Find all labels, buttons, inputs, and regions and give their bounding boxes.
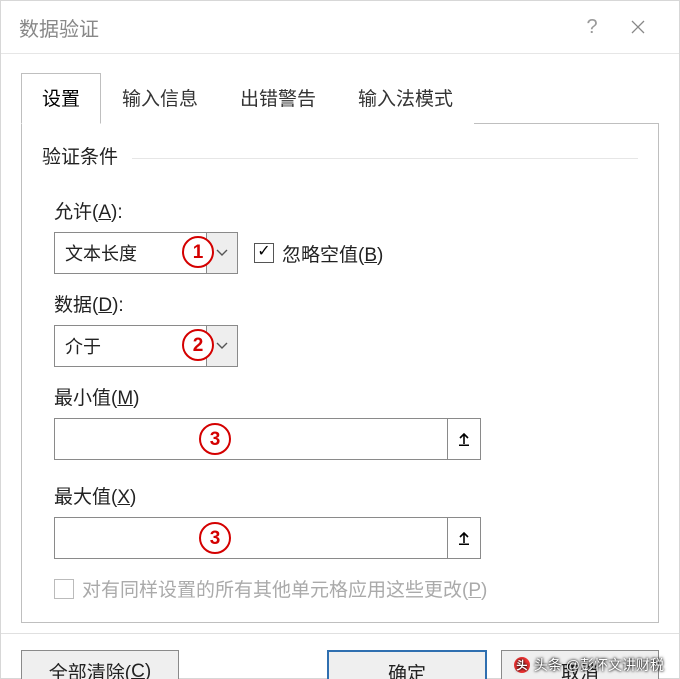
tab-ime-mode[interactable]: 输入法模式 [337, 73, 474, 124]
max-input-row: 3 [54, 517, 481, 559]
collapse-dialog-icon [456, 530, 472, 546]
data-combobox[interactable]: 介于 [54, 325, 238, 367]
dialog-footer: 全部清除(C) 确定 取消 [1, 633, 679, 679]
chevron-down-icon [206, 326, 237, 366]
allow-combobox[interactable]: 文本长度 [54, 232, 238, 274]
checkbox-icon [254, 243, 274, 263]
min-label: 最小值(M) [54, 383, 626, 410]
data-value: 介于 [55, 326, 206, 366]
apply-all-checkbox[interactable]: 对有同样设置的所有其他单元格应用这些更改(P) [54, 575, 487, 602]
max-input[interactable] [55, 518, 447, 558]
checkbox-icon [54, 579, 74, 599]
collapse-dialog-icon [456, 431, 472, 447]
clear-all-button[interactable]: 全部清除(C) [21, 650, 179, 679]
min-input-row: 3 [54, 418, 481, 460]
allow-value: 文本长度 [55, 233, 206, 273]
apply-all-label: 对有同样设置的所有其他单元格应用这些更改(P) [82, 575, 487, 602]
tab-input-message[interactable]: 输入信息 [101, 73, 219, 124]
dialog-body: 设置 输入信息 出错警告 输入法模式 验证条件 允许(A): 文本长度 1 [1, 54, 679, 633]
tab-error-alert[interactable]: 出错警告 [219, 73, 337, 124]
help-button[interactable]: ? [569, 1, 615, 53]
window-title: 数据验证 [19, 13, 569, 42]
range-picker-button[interactable] [447, 518, 480, 558]
dialog-window: 数据验证 ? 设置 输入信息 出错警告 输入法模式 验证条件 允许(A): 文本… [0, 0, 680, 679]
divider [132, 158, 638, 159]
data-label: 数据(D): [54, 290, 626, 317]
settings-panel: 验证条件 允许(A): 文本长度 1 忽略空值(B) [21, 123, 659, 623]
allow-label: 允许(A): [54, 197, 626, 224]
cancel-button[interactable]: 取消 [501, 650, 659, 679]
tab-settings[interactable]: 设置 [21, 73, 101, 124]
titlebar: 数据验证 ? [1, 1, 679, 54]
close-button[interactable] [615, 1, 661, 53]
ignore-blank-label: 忽略空值(B) [282, 240, 383, 267]
close-icon [631, 20, 645, 34]
tab-bar: 设置 输入信息 出错警告 输入法模式 [21, 72, 659, 123]
range-picker-button[interactable] [447, 419, 480, 459]
ok-button[interactable]: 确定 [327, 650, 487, 679]
ignore-blank-checkbox[interactable]: 忽略空值(B) [254, 240, 383, 267]
max-label: 最大值(X) [54, 482, 626, 509]
min-input[interactable] [55, 419, 447, 459]
chevron-down-icon [206, 233, 237, 273]
